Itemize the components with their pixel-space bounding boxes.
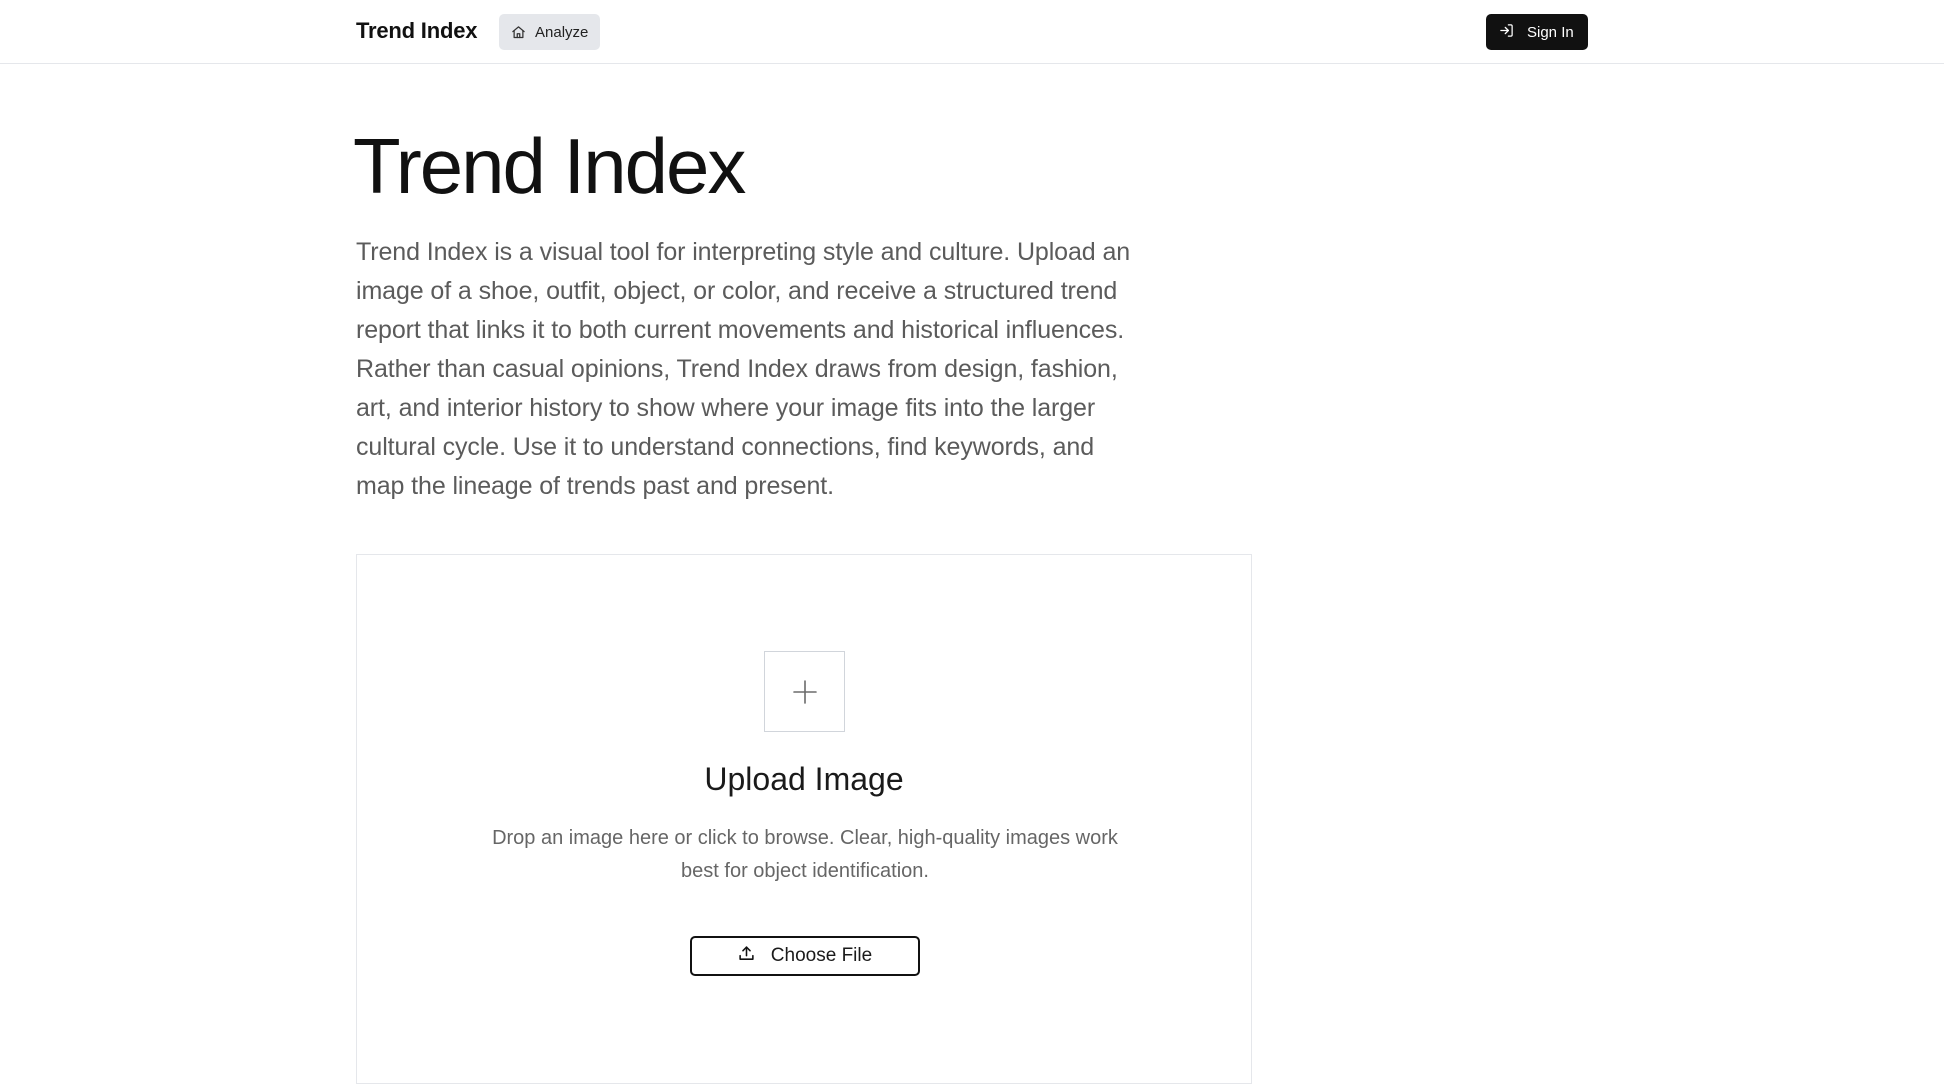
brand-logo-text[interactable]: Trend Index: [356, 18, 477, 44]
nav-analyze-button[interactable]: Analyze: [499, 14, 600, 50]
page-title: Trend Index: [353, 122, 746, 210]
upload-hint-text: Drop an image here or click to browse. C…: [492, 827, 1118, 882]
sign-in-label: Sign In: [1527, 23, 1574, 41]
upload-icon: [738, 945, 755, 968]
nav-analyze-label: Analyze: [535, 23, 589, 41]
choose-file-button[interactable]: Choose File: [690, 936, 920, 976]
sign-in-icon: [1499, 23, 1514, 42]
upload-title: Upload Image: [704, 761, 904, 797]
home-icon: [511, 25, 526, 40]
image-upload-dropzone[interactable]: Upload Image Drop an image here or click…: [356, 554, 1252, 1084]
top-navigation-bar: Trend Index Analyze Sign In: [0, 0, 1944, 64]
page-description: Trend Index is a visual tool for interpr…: [356, 238, 1131, 500]
choose-file-label: Choose File: [770, 945, 873, 966]
plus-icon: [764, 651, 845, 732]
sign-in-button[interactable]: Sign In: [1486, 14, 1588, 50]
